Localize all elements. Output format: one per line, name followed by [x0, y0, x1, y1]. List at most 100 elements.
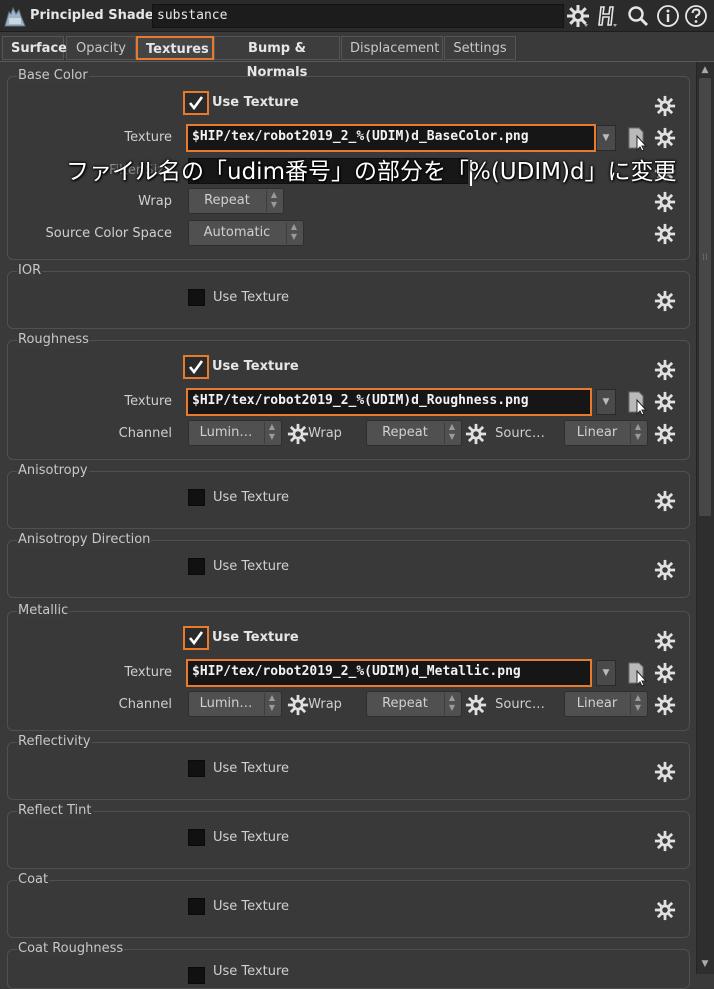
- houdini-help-icon[interactable]: [596, 4, 620, 28]
- metallic-channel-value: Lumin…: [199, 696, 253, 711]
- roughness-source-menu[interactable]: Linear ▲ ▼: [564, 420, 648, 446]
- folder-coat: [7, 880, 690, 938]
- ior-use-texture-checkbox[interactable]: [188, 289, 205, 306]
- metallic-texture-path-field[interactable]: $HIP/tex/robot2019_2_%(UDIM)d_Metallic.p…: [186, 659, 592, 687]
- base-color-use-texture-checkbox[interactable]: [183, 91, 209, 115]
- gear-icon[interactable]: [654, 290, 676, 312]
- gear-icon[interactable]: [654, 899, 676, 921]
- folder-title-anisotropy: Anisotropy: [17, 463, 89, 479]
- gear-icon[interactable]: [287, 423, 309, 445]
- metallic-wrap-menu[interactable]: Repeat ▲ ▼: [366, 691, 462, 717]
- tab-bump-normals[interactable]: Bump & Normals: [214, 36, 340, 80]
- reflect-tint-use-texture-checkbox[interactable]: [188, 829, 205, 846]
- anisotropy-use-texture-checkbox[interactable]: [188, 489, 205, 506]
- folder-title-metallic: Metallic: [17, 603, 70, 619]
- spinner-arrows-icon: ▲ ▼: [266, 190, 281, 212]
- reflectivity-use-texture-checkbox[interactable]: [188, 760, 205, 777]
- scroll-up-arrow-icon[interactable]: ▲: [698, 64, 712, 76]
- gear-icon[interactable]: [654, 490, 676, 512]
- spinner-arrows-icon: ▲ ▼: [630, 422, 645, 444]
- base-color-texture-dropdown-arrow-icon[interactable]: ▼: [596, 125, 616, 151]
- gear-icon[interactable]: [287, 694, 309, 716]
- help-icon[interactable]: [684, 4, 708, 28]
- file-chooser-icon[interactable]: [626, 390, 648, 416]
- gear-icon[interactable]: [654, 391, 676, 413]
- roughness-texture-path-field[interactable]: $HIP/tex/robot2019_2_%(UDIM)d_Roughness.…: [186, 388, 592, 416]
- metallic-source-menu[interactable]: Linear ▲ ▼: [564, 691, 648, 717]
- metallic-use-texture-label: Use Texture: [212, 630, 299, 645]
- info-icon[interactable]: [656, 4, 680, 28]
- scrollbar-thumb[interactable]: [699, 78, 711, 516]
- roughness-texture-dropdown-arrow-icon[interactable]: ▼: [596, 389, 616, 415]
- folder-anisotropy-direction: [7, 540, 690, 598]
- metallic-texture-dropdown-arrow-icon[interactable]: ▼: [596, 660, 616, 686]
- base-color-texture-path-field[interactable]: $HIP/tex/robot2019_2_%(UDIM)d_BaseColor.…: [186, 124, 596, 152]
- ior-use-texture-label: Use Texture: [213, 290, 290, 305]
- scroll-grip-icon: ⁞⁞: [702, 253, 708, 263]
- tab-displacement[interactable]: Displacement: [341, 36, 443, 60]
- gear-icon[interactable]: [465, 423, 487, 445]
- node-name-field[interactable]: substance: [152, 4, 564, 28]
- metallic-use-texture-checkbox[interactable]: [183, 626, 209, 650]
- gear-icon[interactable]: [654, 127, 676, 149]
- metallic-channel-menu[interactable]: Lumin… ▲ ▼: [188, 691, 282, 717]
- gear-icon[interactable]: [654, 662, 676, 684]
- file-chooser-icon[interactable]: [626, 126, 648, 152]
- gear-icon[interactable]: [654, 761, 676, 783]
- gear-icon[interactable]: [654, 223, 676, 245]
- folder-reflect-tint: [7, 811, 690, 869]
- base-color-source-color-space-menu[interactable]: Automatic ▲ ▼: [188, 220, 304, 246]
- anisotropy-direction-use-texture-checkbox[interactable]: [188, 558, 205, 575]
- roughness-wrap-menu[interactable]: Repeat ▲ ▼: [366, 420, 462, 446]
- search-icon[interactable]: [626, 4, 650, 28]
- tab-surface[interactable]: Surface: [2, 36, 67, 60]
- folder-title-reflectivity: Reflectivity: [17, 734, 92, 750]
- gear-icon[interactable]: [654, 423, 676, 445]
- folder-title-reflect-tint: Reflect Tint: [17, 803, 93, 819]
- base-color-wrap-value: Repeat: [204, 193, 250, 208]
- folder-title-coat-roughness: Coat Roughness: [17, 941, 125, 957]
- file-chooser-icon[interactable]: [626, 661, 648, 687]
- reflect-tint-use-texture-label: Use Texture: [213, 830, 290, 845]
- folder-title-roughness: Roughness: [17, 332, 90, 348]
- roughness-channel-label: Channel: [118, 426, 172, 441]
- gear-icon[interactable]: [566, 4, 590, 28]
- coat-roughness-use-texture-checkbox[interactable]: [188, 967, 205, 984]
- metallic-source-value: Linear: [576, 696, 618, 711]
- anisotropy-direction-use-texture-label: Use Texture: [213, 559, 290, 574]
- tab-settings[interactable]: Settings: [444, 36, 516, 60]
- gear-icon[interactable]: [654, 630, 676, 652]
- checkmark-icon: [188, 96, 204, 111]
- gear-icon[interactable]: [654, 830, 676, 852]
- scroll-down-arrow-icon[interactable]: ▼: [698, 958, 712, 970]
- metallic-wrap-value: Repeat: [382, 696, 428, 711]
- roughness-use-texture-checkbox[interactable]: [183, 355, 209, 379]
- folder-title-coat: Coat: [17, 872, 50, 888]
- roughness-channel-menu[interactable]: Lumin… ▲ ▼: [188, 420, 282, 446]
- spinner-arrows-icon: ▲ ▼: [630, 693, 645, 715]
- gear-icon[interactable]: [654, 559, 676, 581]
- reflectivity-use-texture-label: Use Texture: [213, 761, 290, 776]
- checkmark-icon: [188, 360, 204, 375]
- base-color-source-color-space-value: Automatic: [203, 225, 271, 240]
- roughness-channel-value: Lumin…: [199, 425, 253, 440]
- shader-node-icon: [4, 6, 26, 27]
- tab-opacity[interactable]: Opacity: [66, 36, 136, 60]
- tab-textures[interactable]: Textures: [136, 36, 214, 60]
- gear-icon[interactable]: [465, 694, 487, 716]
- coat-use-texture-checkbox[interactable]: [188, 898, 205, 915]
- metallic-source-label: Sourc…: [495, 697, 545, 712]
- metallic-channel-label: Channel: [118, 697, 172, 712]
- spinner-arrows-icon: ▲ ▼: [264, 693, 279, 715]
- base-color-wrap-menu[interactable]: Repeat ▲ ▼: [188, 188, 284, 214]
- base-color-source-color-space-label: Source Color Space: [45, 226, 172, 241]
- gear-icon[interactable]: [654, 95, 676, 117]
- roughness-source-label: Sourc…: [495, 426, 545, 441]
- base-color-texture-label: Texture: [124, 130, 172, 145]
- gear-icon[interactable]: [654, 694, 676, 716]
- gear-icon[interactable]: [654, 359, 676, 381]
- checkmark-icon: [188, 631, 204, 646]
- gear-icon[interactable]: [654, 191, 676, 213]
- annotation-caption: ファイル名の「udim番号」の部分を「%(UDIM)d」に変更: [66, 159, 677, 185]
- spinner-arrows-icon: ▲ ▼: [264, 422, 279, 444]
